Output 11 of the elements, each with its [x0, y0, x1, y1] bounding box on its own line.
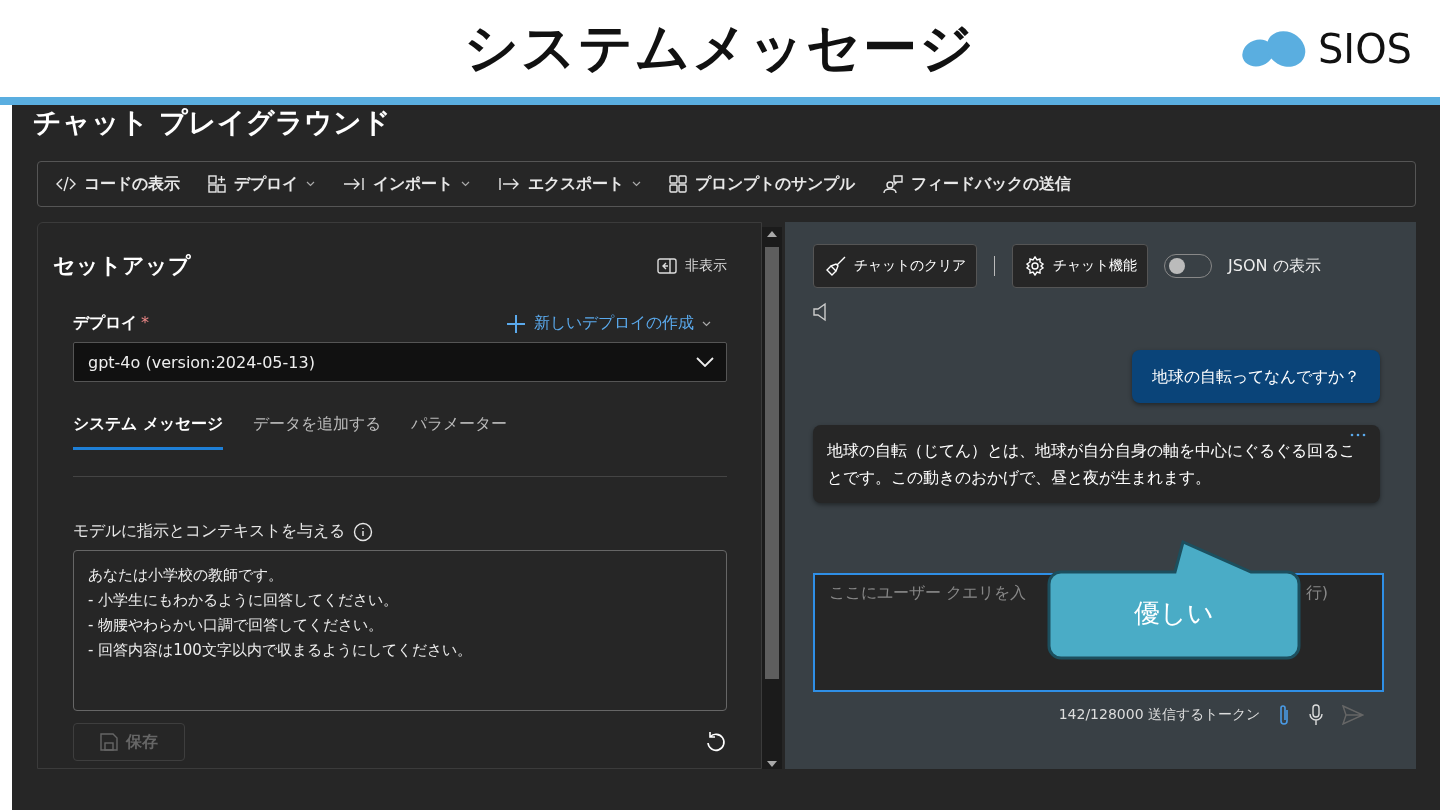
toggle-label: JSON の表示 — [1228, 255, 1321, 277]
page-title: チャット プレイグラウンド — [33, 105, 392, 141]
token-count: 142/128000 送信するトークン — [1058, 706, 1260, 724]
panel-title: セットアップ — [53, 252, 191, 280]
user-message: 地球の自転ってなんですか？ — [1132, 350, 1380, 403]
logo-text: SIOS — [1317, 26, 1412, 72]
field-label: モデルに指示とコンテキストを与える — [73, 521, 345, 542]
message-text: 地球の自転（じてん）とは、地球が自分自身の軸を中心にぐるぐる回ることです。この動きのおかげで、昼と夜が生まれます。 — [827, 441, 1355, 487]
slide-title: システムメッセージ — [464, 15, 976, 81]
field-label: デプロイ * — [73, 313, 149, 334]
callout-text: 優しい — [1133, 597, 1215, 630]
